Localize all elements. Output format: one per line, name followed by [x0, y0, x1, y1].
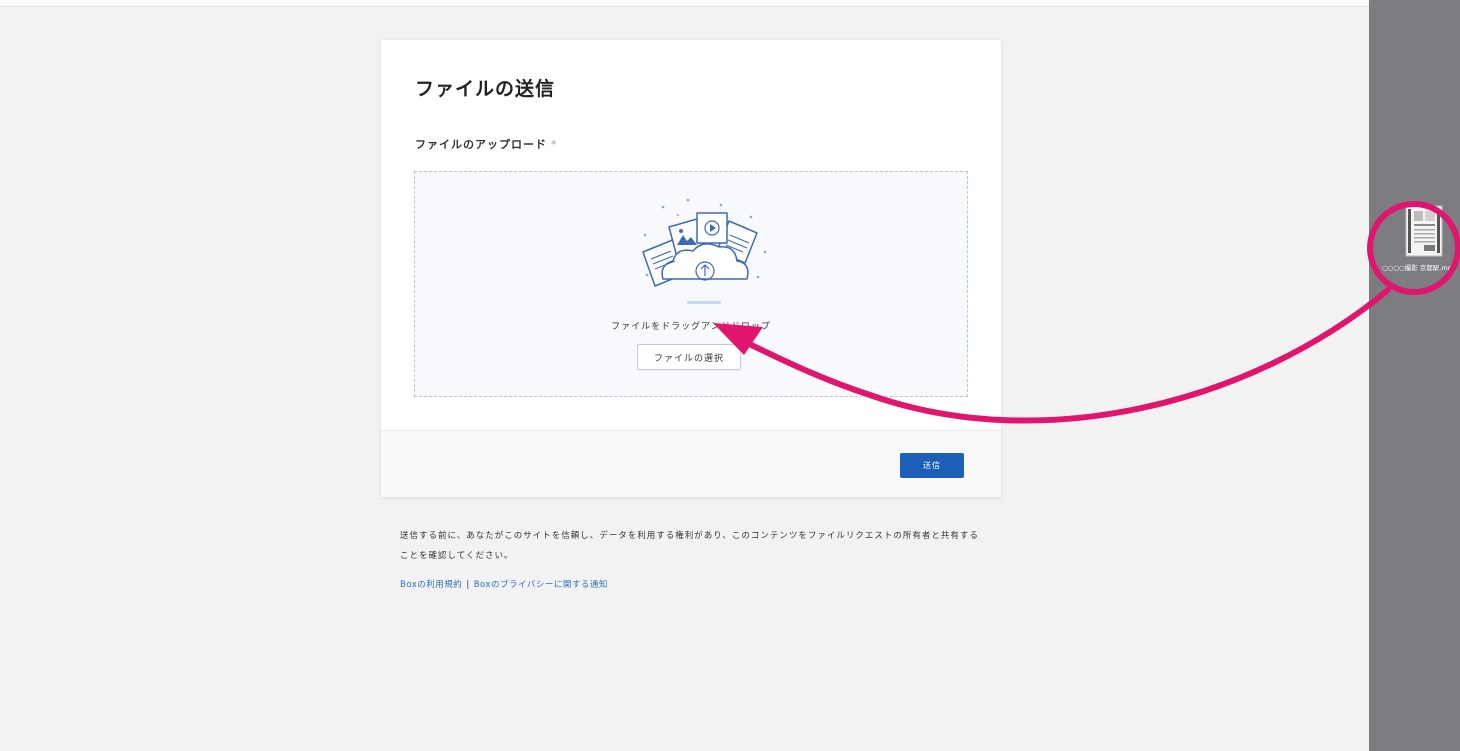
file-name-label: ○○○○撮影 京都駅.mp4	[1382, 264, 1456, 272]
card-footer: 送信	[381, 430, 1001, 497]
file-request-card: ファイルの送信 ファイルのアップロード * ファイルをドラッグアンドドロップ フ…	[381, 40, 1001, 497]
choose-file-button[interactable]: ファイルの選択	[637, 344, 741, 370]
video-file-icon[interactable]	[1404, 205, 1444, 257]
footer-links: Boxの利用規約 | Boxのプライバシーに関する通知	[400, 578, 608, 590]
upload-field-label: ファイルのアップロード *	[415, 136, 558, 152]
desktop-panel	[1369, 0, 1460, 751]
card-title: ファイルの送信	[415, 78, 556, 100]
privacy-link[interactable]: Boxのプライバシーに関する通知	[474, 580, 608, 590]
terms-link[interactable]: Boxの利用規約	[400, 580, 462, 590]
upload-dropzone[interactable]: ファイルをドラッグアンドドロップ ファイルの選択	[414, 171, 968, 397]
upload-label-text: ファイルのアップロード	[415, 138, 547, 151]
disclaimer-text: 送信する前に、あなたがこのサイトを信頼し、データを利用する権利があり、このコンテ…	[400, 531, 979, 561]
top-bar	[0, 0, 1369, 7]
send-button[interactable]: 送信	[900, 453, 964, 478]
required-mark: *	[551, 138, 558, 151]
drop-instruction: ファイルをドラッグアンドドロップ	[611, 322, 771, 332]
cloud-upload-illustration-icon	[642, 198, 767, 304]
link-separator: |	[466, 580, 470, 590]
